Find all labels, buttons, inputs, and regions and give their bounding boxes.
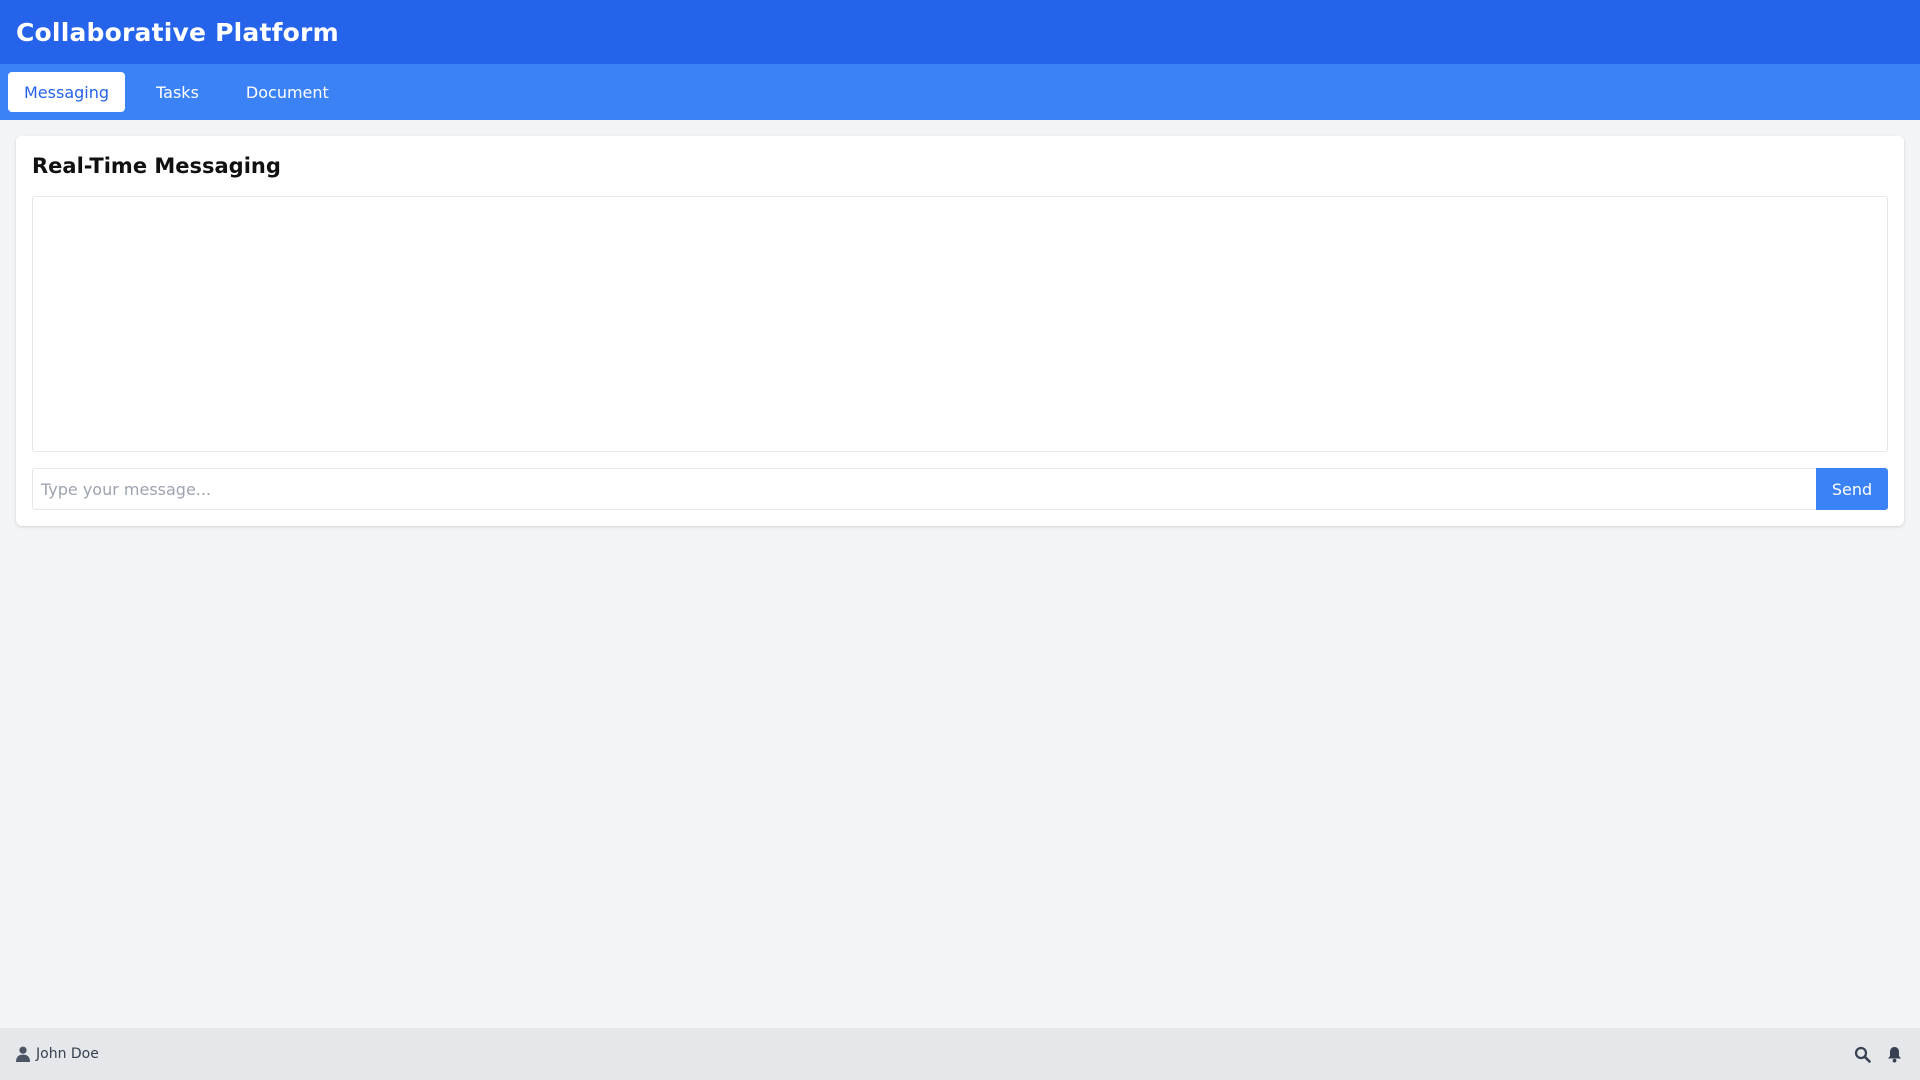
search-icon [1854,1046,1871,1063]
app-header: Collaborative Platform [0,0,1920,64]
tab-messaging[interactable]: Messaging [8,72,126,112]
page-title: Real-Time Messaging [32,154,281,178]
tab-tasks[interactable]: Tasks [140,72,215,112]
app-title: Collaborative Platform [16,17,339,47]
notifications-button[interactable] [1884,1044,1904,1064]
user-name: John Doe [36,1046,99,1062]
message-list[interactable] [32,196,1888,452]
tab-bar: Messaging Tasks Document [0,64,1920,120]
bell-icon [1887,1046,1901,1062]
message-input[interactable] [32,468,1816,510]
search-button[interactable] [1852,1044,1872,1064]
tab-document[interactable]: Document [230,72,345,112]
status-actions [1840,1044,1904,1064]
status-bar: John Doe [0,1028,1920,1080]
send-button[interactable]: Send [1816,468,1888,510]
message-composer: Send [32,468,1888,510]
current-user[interactable]: John Doe [16,1046,99,1062]
user-icon [16,1046,30,1062]
messaging-panel: Real-Time Messaging Send [16,136,1904,526]
